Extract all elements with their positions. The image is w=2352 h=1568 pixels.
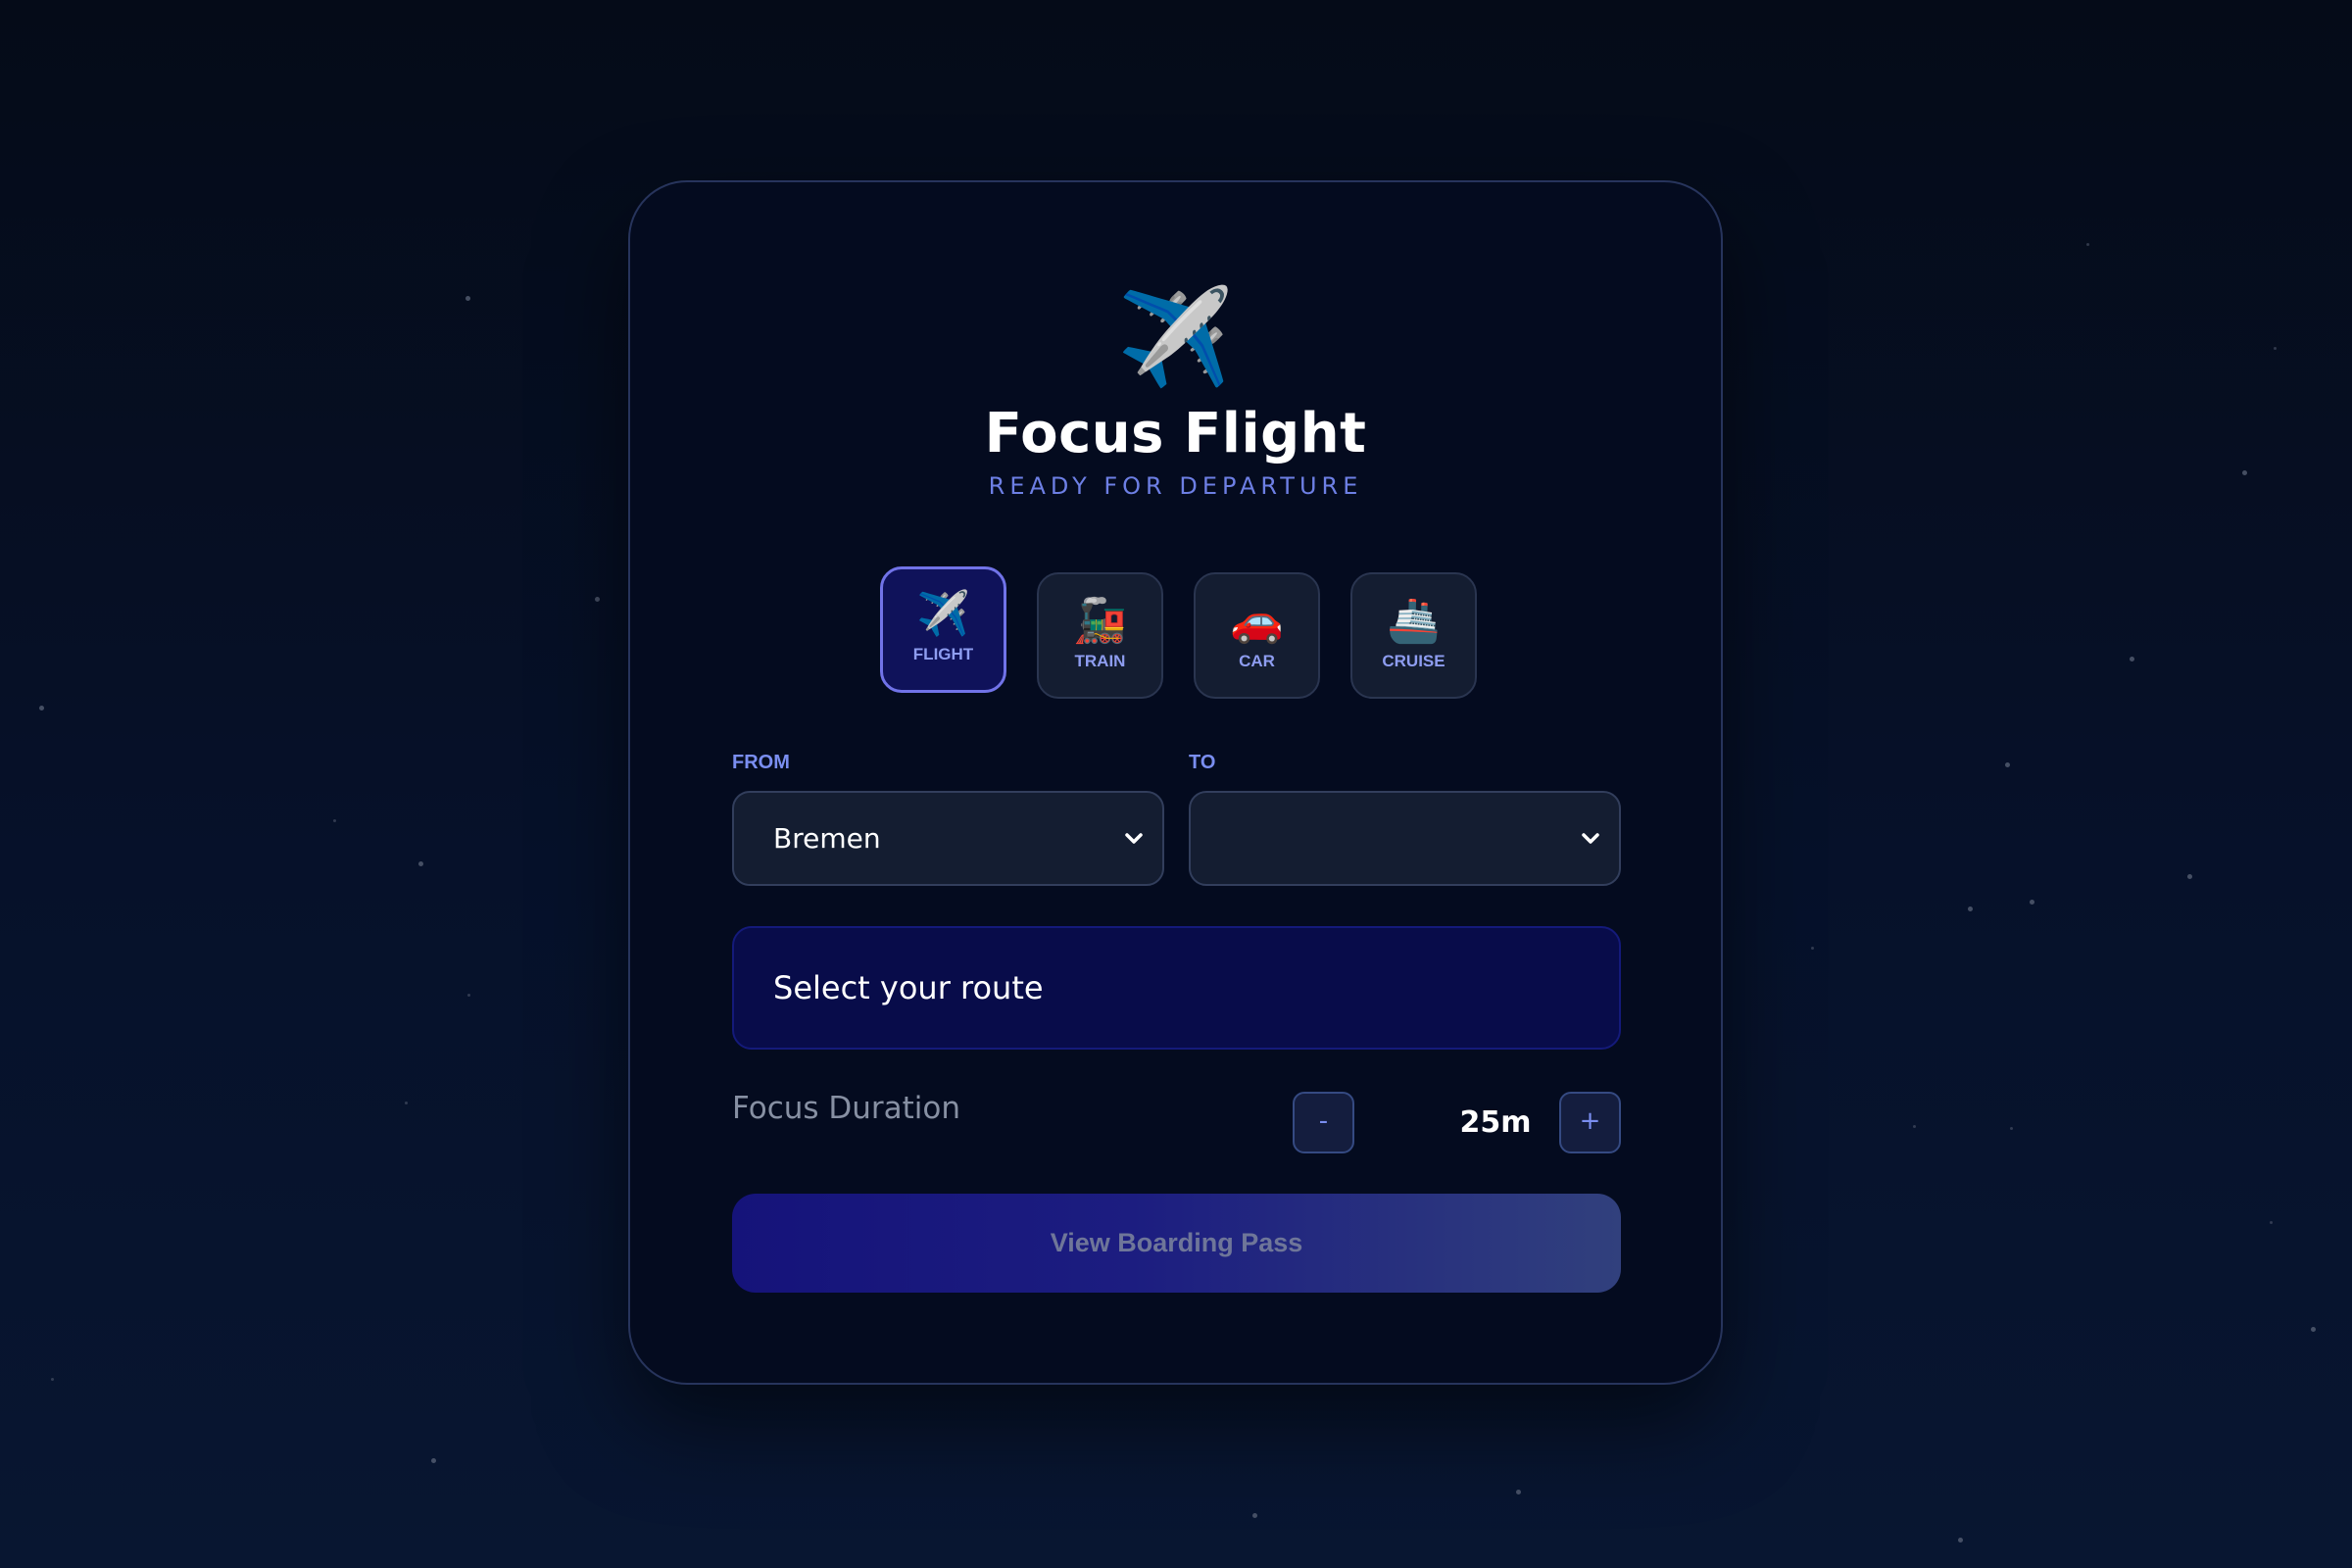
to-select[interactable] — [1189, 791, 1621, 886]
airplane-icon: ✈️ — [1116, 282, 1235, 392]
star — [2010, 1127, 2013, 1130]
star — [39, 706, 44, 710]
mode-cruise-button[interactable]: 🚢 CRUISE — [1350, 572, 1477, 699]
star — [405, 1102, 408, 1104]
mode-label: FLIGHT — [912, 645, 974, 663]
mode-label: TRAIN — [1074, 652, 1126, 670]
from-label: FROM — [732, 752, 790, 773]
travel-mode-selector: ✈️ FLIGHT 🚂 TRAIN 🚗 CAR 🚢 CRUISE — [630, 566, 1721, 704]
locomotive-icon: 🚂 — [1073, 596, 1127, 646]
focus-duration-label: Focus Duration — [732, 1091, 961, 1126]
star — [2187, 874, 2192, 879]
star — [2270, 1221, 2273, 1224]
star — [2030, 900, 2034, 905]
star — [466, 296, 470, 301]
star — [1913, 1125, 1916, 1128]
star — [2274, 347, 2277, 350]
star — [1516, 1490, 1521, 1494]
increase-duration-button[interactable]: + — [1559, 1092, 1621, 1153]
star — [431, 1458, 436, 1463]
star — [51, 1378, 54, 1381]
mode-label: CAR — [1239, 652, 1275, 670]
from-select[interactable]: Bremen — [732, 791, 1164, 886]
star — [2005, 762, 2010, 767]
mode-flight-button[interactable]: ✈️ FLIGHT — [880, 566, 1006, 693]
star — [1811, 947, 1814, 950]
car-icon: 🚗 — [1230, 596, 1284, 646]
star — [1252, 1513, 1257, 1518]
to-label: TO — [1189, 752, 1216, 773]
star — [2242, 470, 2247, 475]
mode-car-button[interactable]: 🚗 CAR — [1194, 572, 1320, 699]
mode-train-button[interactable]: 🚂 TRAIN — [1037, 572, 1163, 699]
view-boarding-pass-button[interactable]: View Boarding Pass — [732, 1194, 1621, 1293]
decrease-duration-button[interactable]: - — [1293, 1092, 1354, 1153]
chevron-down-icon — [1582, 833, 1599, 844]
star — [418, 861, 423, 866]
booking-card: ✈️ Focus Flight READY FOR DEPARTURE ✈️ F… — [628, 180, 1723, 1385]
star — [1958, 1538, 1963, 1543]
star — [333, 819, 336, 822]
star — [1968, 906, 1973, 911]
airplane-icon: ✈️ — [916, 589, 970, 639]
app-title: Focus Flight — [984, 402, 1367, 466]
app-subtitle: READY FOR DEPARTURE — [988, 472, 1363, 500]
mode-label: CRUISE — [1382, 652, 1446, 670]
star — [2311, 1327, 2316, 1332]
star — [467, 994, 470, 997]
star — [2130, 657, 2134, 662]
focus-duration-value: 25m — [1459, 1105, 1532, 1140]
route-status-panel: Select your route — [732, 926, 1621, 1050]
ship-icon: 🚢 — [1387, 596, 1441, 646]
star — [595, 597, 600, 602]
star — [2086, 243, 2089, 246]
chevron-down-icon — [1125, 833, 1143, 844]
from-value: Bremen — [773, 822, 881, 855]
route-status-text: Select your route — [773, 969, 1044, 1006]
